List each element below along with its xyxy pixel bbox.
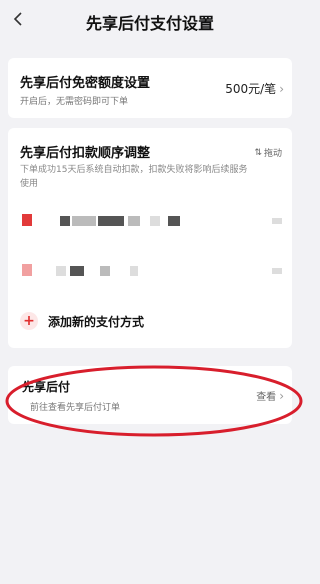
limit-title: 先享后付免密额度设置 — [20, 76, 151, 91]
top-bar: 先享后付支付设置 — [0, 0, 300, 44]
limit-setting-card[interactable]: 先享后付免密额度设置 开启后，无需密码即可下单 500元/笔 › — [8, 58, 292, 118]
deduction-title: 先享后付扣款顺序调整 — [20, 146, 151, 161]
view-label: 查看 — [256, 392, 277, 403]
chevron-right-icon: › — [279, 388, 284, 403]
deduction-order-card: 先享后付扣款顺序调整 ⇅ 拖动 下单成功15天后系统自动扣款，扣款失败将影响后续… — [8, 128, 292, 348]
drag-label: 拖动 — [263, 149, 282, 159]
order-link-subtitle: 前往查看先享后付订单 — [30, 403, 121, 413]
bank-card-icon — [22, 264, 32, 276]
deduction-description: 下单成功15天后系统自动扣款，扣款失败将影响后续服务使用 — [20, 165, 248, 189]
limit-value[interactable]: 500元/笔 › — [225, 80, 284, 97]
bank-card-icon — [22, 214, 32, 226]
sort-icon: ⇅ — [254, 147, 262, 158]
limit-subtitle: 开启后，无需密码即可下单 — [20, 97, 129, 107]
add-payment-label: 添加新的支付方式 — [48, 314, 145, 329]
order-link-card[interactable]: 先享后付 前往查看先享后付订单 查看 › — [8, 366, 292, 424]
payment-method-row[interactable] — [8, 208, 292, 234]
chevron-right-icon: › — [279, 81, 284, 96]
add-payment-method-button[interactable]: + 添加新的支付方式 — [20, 312, 144, 330]
page-title: 先享后付支付设置 — [85, 14, 214, 33]
plus-icon: + — [20, 312, 38, 330]
order-link-title: 先享后付 — [22, 380, 71, 394]
payment-method-row[interactable] — [8, 258, 292, 284]
drag-handle[interactable]: ⇅ 拖动 — [254, 146, 282, 160]
limit-value-text: 500元/笔 — [225, 82, 277, 96]
view-orders-link[interactable]: 查看 › — [256, 388, 284, 404]
